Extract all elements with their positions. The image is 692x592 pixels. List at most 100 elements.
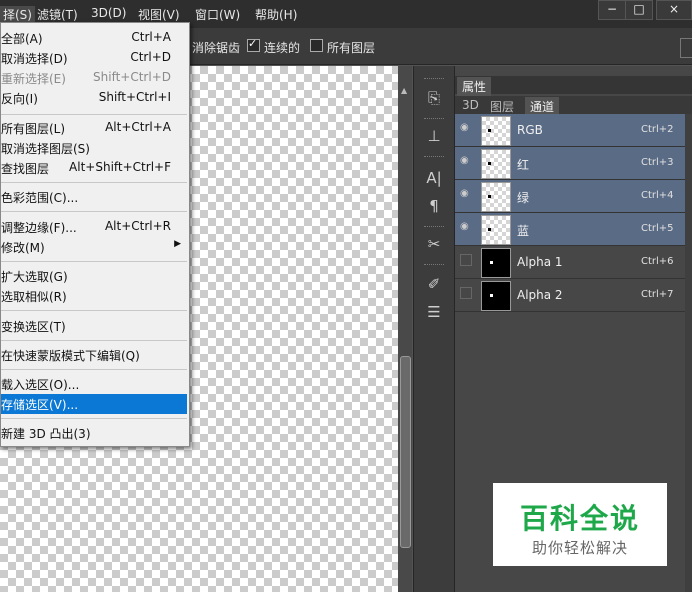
menu-window[interactable]: 窗口(W) (195, 6, 240, 23)
menu-item-label: 所有图层(L) (1, 122, 66, 136)
menu-divider (1, 340, 187, 341)
minimize-icon: − (606, 2, 618, 16)
character-icon[interactable]: A| (424, 168, 444, 188)
channel-row-red[interactable]: ◉ 红 Ctrl+3 (455, 147, 685, 180)
menu-item-quick-mask[interactable]: 在快速蒙版模式下编辑(Q) (1, 345, 187, 365)
strip-grip (424, 264, 444, 267)
eye-icon[interactable]: ◉ (460, 155, 472, 167)
menu-item-find-layers[interactable]: 查找图层 Alt+Shift+Ctrl+F (1, 158, 187, 178)
channel-row-alpha2[interactable]: Alpha 2 Ctrl+7 (455, 279, 685, 312)
options-right-button[interactable] (680, 38, 692, 58)
visibility-toggle[interactable] (460, 254, 472, 266)
tools-icon[interactable]: ✂ (424, 234, 444, 254)
contiguous-label: 连续的 (264, 41, 301, 55)
contiguous-checkbox[interactable] (247, 37, 260, 52)
menu-item-deselect[interactable]: 取消选择(D) Ctrl+D (1, 48, 187, 68)
menu-item-transform-selection[interactable]: 变换选区(T) (1, 316, 187, 336)
menu-divider (1, 418, 187, 419)
eye-icon[interactable]: ◉ (460, 221, 472, 233)
menu-item-all-layers[interactable]: 所有图层(L) Alt+Ctrl+A (1, 118, 187, 138)
menu-item-label: 扩大选取(G) (1, 270, 68, 284)
menu-divider (1, 261, 187, 262)
maximize-button[interactable]: □ (625, 0, 653, 20)
channel-row-alpha1[interactable]: Alpha 1 Ctrl+6 (455, 246, 685, 279)
menu-divider (1, 182, 187, 183)
menu-item-grow[interactable]: 扩大选取(G) (1, 266, 187, 286)
menu-item-shortcut: Alt+Shift+Ctrl+F (69, 160, 171, 174)
strip-grip (424, 118, 444, 121)
channel-thumbnail (481, 182, 511, 212)
strip-grip (424, 226, 444, 229)
brush-icon[interactable]: ✐ (424, 274, 444, 294)
menu-item-refine-edge[interactable]: 调整边缘(F)... Alt+Ctrl+R (1, 217, 187, 237)
channel-name: 绿 (517, 191, 530, 205)
menu-item-label: 查找图层 (1, 162, 50, 176)
channel-row-green[interactable]: ◉ 绿 Ctrl+4 (455, 180, 685, 213)
menu-item-all[interactable]: 全部(A) Ctrl+A (1, 28, 187, 48)
menu-item-label: 选取相似(R) (1, 290, 67, 304)
scroll-up-arrow-icon[interactable]: ▲ (401, 86, 407, 95)
adjustments-icon[interactable]: ☰ (424, 302, 444, 322)
scrollbar-thumb[interactable] (400, 356, 411, 548)
history-icon[interactable]: ⎘ (424, 88, 444, 108)
channel-shortcut: Ctrl+4 (641, 190, 674, 201)
menu-select[interactable]: 择(S) (0, 6, 35, 23)
menu-item-label: 调整边缘(F)... (1, 221, 77, 235)
menu-divider (1, 369, 187, 370)
menu-item-label: 重新选择(E) (1, 72, 66, 86)
menu-item-shortcut: Alt+Ctrl+R (104, 219, 171, 233)
channel-row-rgb[interactable]: ◉ RGB Ctrl+2 (455, 114, 685, 147)
watermark-logo: 百科全说 助你轻松解决 (493, 483, 667, 566)
tab-3d[interactable]: 3D (457, 97, 484, 113)
strip-grip (424, 78, 444, 81)
menu-help[interactable]: 帮助(H) (255, 6, 297, 23)
panel-scrollbar[interactable] (685, 114, 692, 592)
menu-item-shortcut: Ctrl+A (131, 30, 171, 44)
watermark-title: 百科全说 (519, 502, 640, 535)
menu-item-shortcut: Ctrl+D (130, 50, 171, 64)
menu-item-shortcut: Shift+Ctrl+I (98, 90, 171, 104)
tab-properties[interactable]: 属性 (457, 77, 492, 96)
menu-divider (1, 114, 187, 115)
close-icon: × (668, 2, 680, 16)
antialias-label: 消除锯齿 (192, 41, 241, 55)
menu-filter[interactable]: 滤镜(T) (37, 6, 78, 23)
eye-icon[interactable]: ◉ (460, 122, 472, 134)
channel-thumbnail (481, 116, 511, 146)
minimize-button[interactable]: − (598, 0, 626, 20)
menu-item-reselect[interactable]: 重新选择(E) Shift+Ctrl+D (1, 68, 187, 88)
menu-divider (1, 310, 187, 311)
menu-item-similar[interactable]: 选取相似(R) (1, 286, 187, 306)
select-menu-dropdown: 全部(A) Ctrl+A 取消选择(D) Ctrl+D 重新选择(E) Shif… (0, 22, 190, 447)
menu-item-new-3d-extrusion[interactable]: 新建 3D 凸出(3) (1, 423, 187, 443)
canvas-vertical-scrollbar[interactable]: ▲ (398, 66, 412, 592)
maximize-icon: □ (633, 2, 645, 16)
menu-divider (1, 211, 187, 212)
all-layers-label: 所有图层 (327, 41, 376, 55)
menu-item-shortcut: Alt+Ctrl+A (105, 120, 171, 134)
menu-item-color-range[interactable]: 色彩范围(C)... (1, 187, 187, 207)
menu-item-save-selection[interactable]: 存储选区(V)... (1, 394, 187, 414)
align-icon[interactable]: ⊥ (424, 126, 444, 146)
channel-row-blue[interactable]: ◉ 蓝 Ctrl+5 (455, 213, 685, 246)
channel-thumbnail (481, 149, 511, 179)
close-button[interactable]: × (656, 0, 692, 20)
channel-shortcut: Ctrl+3 (641, 157, 674, 168)
menu-item-load-selection[interactable]: 载入选区(O)... (1, 374, 187, 394)
menu-view[interactable]: 视图(V) (138, 6, 180, 23)
menu-item-modify[interactable]: 修改(M) ▶ (1, 237, 187, 257)
menu-item-label: 色彩范围(C)... (1, 191, 79, 205)
menu-3d[interactable]: 3D(D) (91, 6, 126, 20)
channel-shortcut: Ctrl+2 (641, 124, 674, 135)
menu-item-label: 变换选区(T) (1, 320, 66, 334)
panel-tab-row: 3D 图层 通道 (455, 96, 692, 116)
channel-thumbnail (481, 248, 511, 278)
eye-icon[interactable]: ◉ (460, 188, 472, 200)
menu-item-deselect-layers[interactable]: 取消选择图层(S) (1, 138, 187, 158)
visibility-toggle[interactable] (460, 287, 472, 299)
all-layers-checkbox[interactable] (310, 39, 323, 52)
paragraph-icon[interactable]: ¶ (424, 196, 444, 216)
menu-item-shortcut: Shift+Ctrl+D (93, 70, 171, 84)
menu-item-inverse[interactable]: 反向(I) Shift+Ctrl+I (1, 88, 187, 108)
channel-shortcut: Ctrl+7 (641, 289, 674, 300)
